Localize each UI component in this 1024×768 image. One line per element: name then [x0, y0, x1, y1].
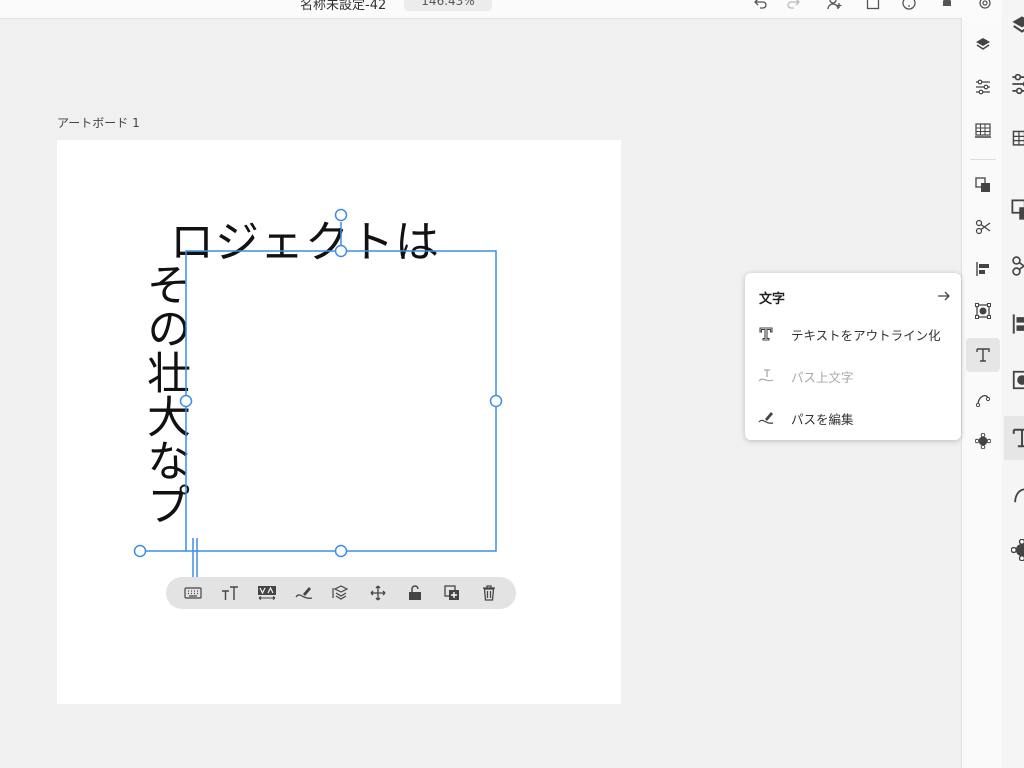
properties-icon[interactable] — [1004, 64, 1024, 104]
text-icon[interactable] — [1004, 416, 1024, 460]
text-popup-menu: 文字 テキストをアウトライン化 パス上文字 パスを編集 — [745, 273, 961, 440]
path-icon[interactable] — [966, 382, 1000, 416]
trash-icon[interactable] — [476, 580, 502, 606]
popup-item-label: パス上文字 — [791, 369, 854, 385]
outline-text-icon — [757, 325, 775, 343]
edit-path-item[interactable]: パスを編集 — [745, 401, 961, 435]
handle-top — [334, 244, 348, 258]
layers-icon[interactable] — [1004, 6, 1024, 46]
rail-divider — [970, 159, 996, 160]
combine-icon[interactable] — [1004, 190, 1024, 230]
secondary-rail — [1002, 0, 1024, 768]
align-icon[interactable] — [966, 252, 1000, 286]
lock-icon[interactable] — [402, 580, 428, 606]
popup-item-label: テキストをアウトライン化 — [791, 327, 941, 343]
layers-icon[interactable] — [966, 28, 1000, 62]
arrow-right-icon[interactable] — [935, 287, 953, 305]
pattern-icon[interactable] — [1004, 530, 1024, 570]
popup-item-label: パスを編集 — [791, 411, 854, 427]
outline-text-item[interactable]: テキストをアウトライン化 — [745, 317, 961, 351]
properties-icon[interactable] — [966, 70, 1000, 104]
text-size-icon[interactable] — [217, 580, 243, 606]
handle-bottom-left — [133, 544, 147, 558]
right-tool-rail — [961, 18, 1003, 768]
kerning-icon[interactable] — [254, 580, 280, 606]
edit-path-icon — [757, 409, 775, 427]
popup-title: 文字 — [759, 292, 786, 307]
text-icon[interactable] — [966, 338, 1000, 372]
path-icon[interactable] — [1004, 474, 1024, 514]
grid-icon[interactable] — [1004, 120, 1024, 160]
scissors-icon[interactable] — [1004, 246, 1024, 286]
combine-icon[interactable] — [966, 168, 1000, 202]
grid-icon[interactable] — [966, 114, 1000, 148]
text-on-path-item: パス上文字 — [745, 359, 961, 393]
pattern-icon[interactable] — [966, 424, 1000, 458]
rotate-handle — [334, 208, 348, 222]
text-on-path-icon — [757, 367, 775, 385]
handle-right — [489, 394, 503, 408]
move-icon[interactable] — [365, 580, 391, 606]
handle-bottom — [334, 544, 348, 558]
image-trace-icon[interactable] — [1004, 360, 1024, 400]
arrange-icon[interactable] — [328, 580, 354, 606]
duplicate-icon[interactable] — [439, 580, 465, 606]
edit-path-icon[interactable] — [291, 580, 317, 606]
keyboard-icon[interactable] — [180, 580, 206, 606]
image-trace-icon[interactable] — [966, 294, 1000, 328]
contextual-toolbar — [166, 577, 516, 609]
scissors-icon[interactable] — [966, 210, 1000, 244]
handle-left — [179, 394, 193, 408]
align-icon[interactable] — [1004, 304, 1024, 344]
